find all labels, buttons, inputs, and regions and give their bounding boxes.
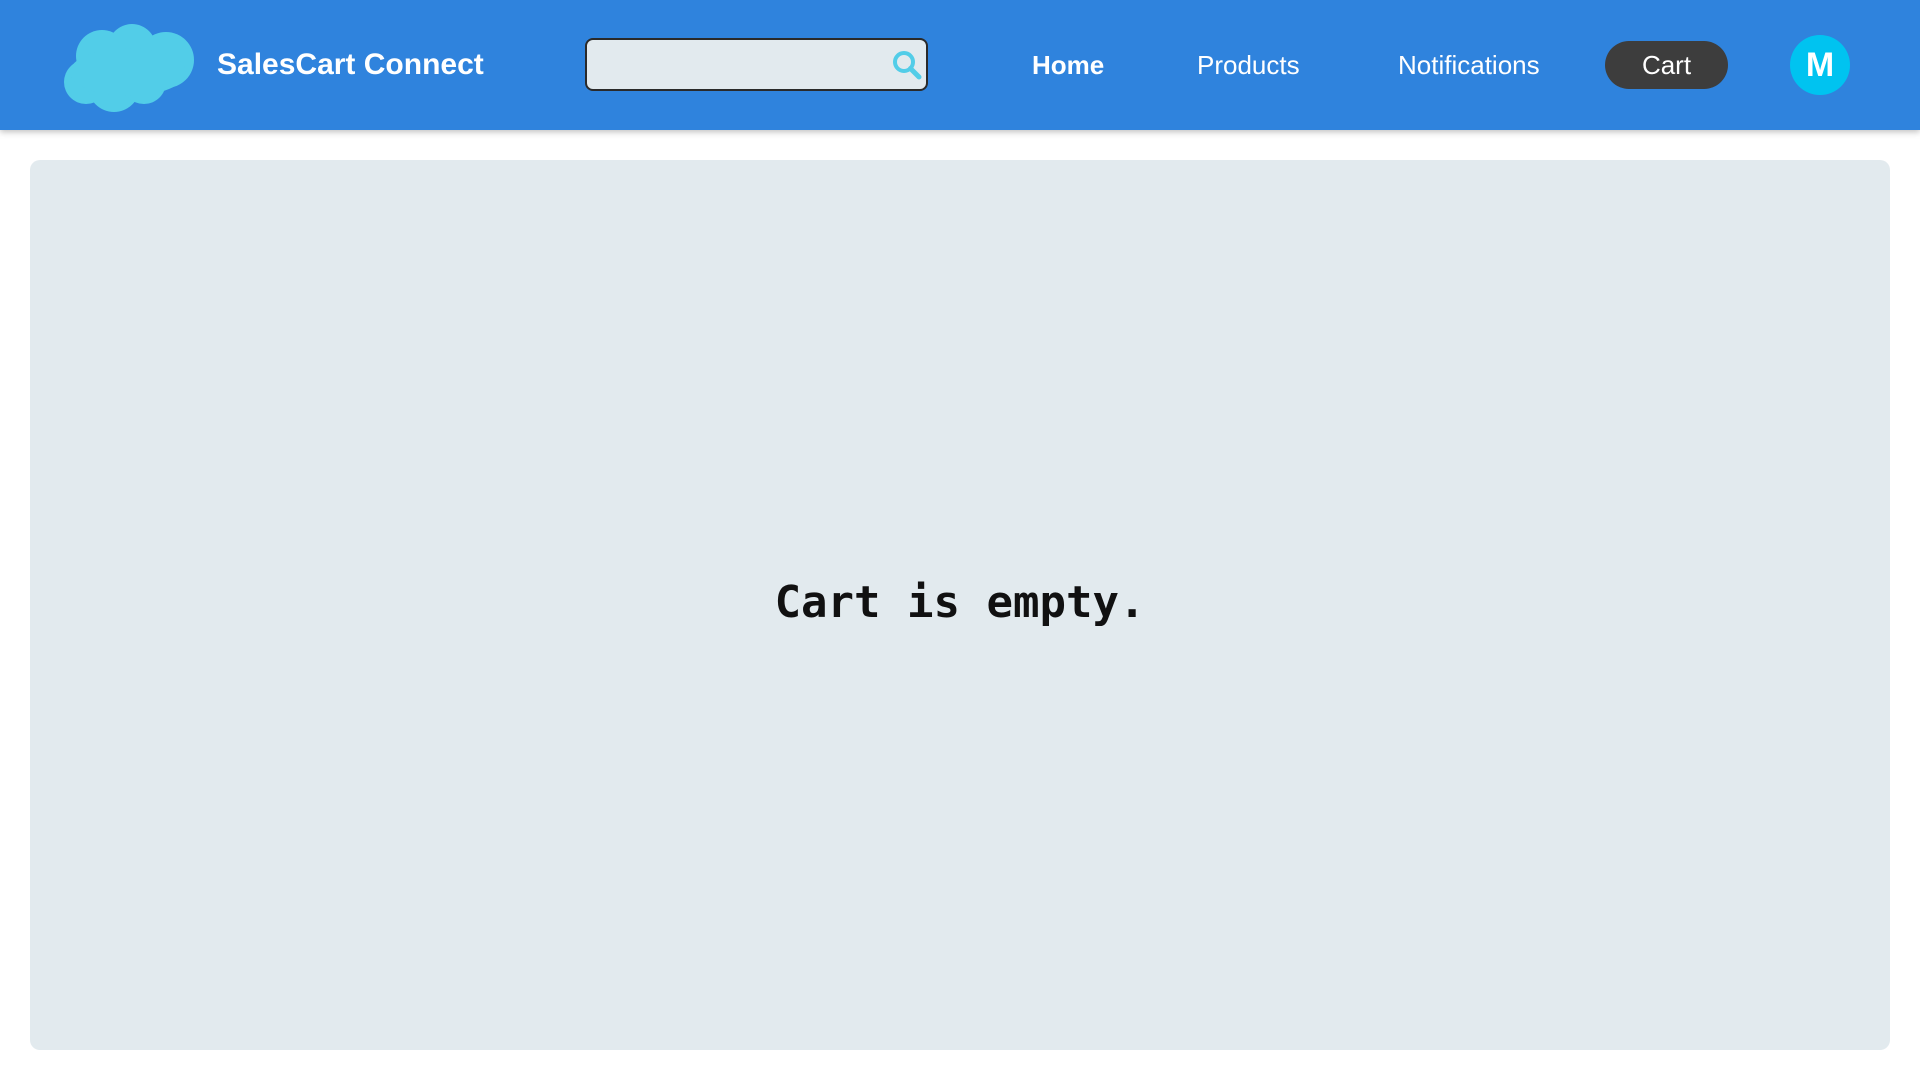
cloud-logo-icon[interactable] (58, 18, 200, 114)
user-avatar[interactable]: M (1790, 35, 1850, 95)
nav-products-link[interactable]: Products (1197, 47, 1300, 83)
cart-panel: Cart is empty. (30, 160, 1890, 1050)
nav-home-link[interactable]: Home (1032, 47, 1104, 83)
search-box[interactable] (585, 38, 928, 91)
top-nav-bar: SalesCart Connect Home Products Notifica… (0, 0, 1920, 130)
nav-notifications-link[interactable]: Notifications (1398, 47, 1540, 83)
nav-cart-button[interactable]: Cart (1605, 41, 1728, 89)
cart-empty-message: Cart is empty. (774, 577, 1146, 628)
search-input[interactable] (597, 48, 881, 84)
app-title: SalesCart Connect (217, 48, 484, 81)
search-icon[interactable] (890, 48, 924, 82)
